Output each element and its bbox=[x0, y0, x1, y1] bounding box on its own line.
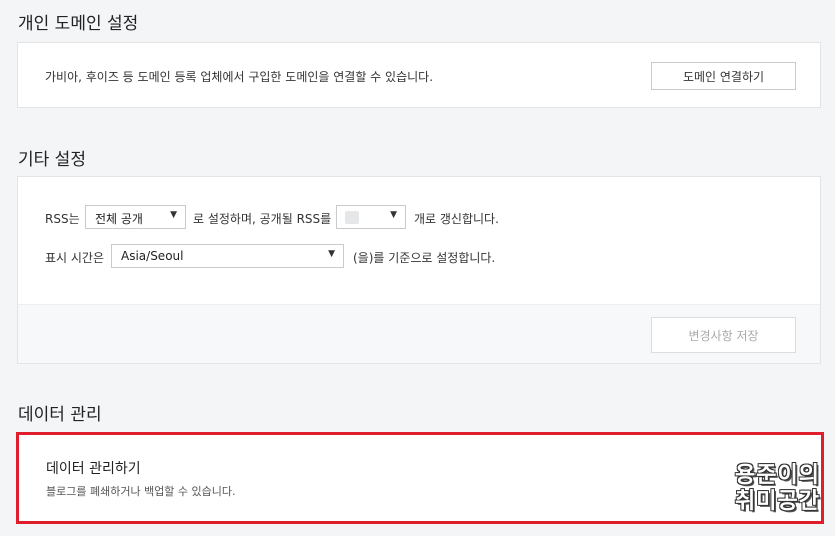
rss-suffix-label: 개로 갱신합니다. bbox=[414, 212, 499, 226]
chevron-down-icon: ▼ bbox=[170, 210, 177, 220]
rss-count-select[interactable]: ▼ bbox=[336, 205, 406, 229]
domain-panel: 가비아, 후이즈 등 도메인 등록 업체에서 구입한 도메인을 연결할 수 있습… bbox=[17, 42, 821, 108]
connect-domain-button[interactable]: 도메인 연결하기 bbox=[651, 62, 796, 90]
other-section-title: 기타 설정 bbox=[18, 150, 86, 170]
rss-visibility-value: 전체 공개 bbox=[95, 212, 143, 226]
highlight-box bbox=[16, 432, 824, 524]
timezone-prefix-label: 표시 시간은 bbox=[45, 251, 105, 265]
data-section-title: 데이터 관리 bbox=[18, 405, 102, 425]
domain-section-title: 개인 도메인 설정 bbox=[18, 14, 139, 34]
timezone-select[interactable]: Asia/Seoul ▼ bbox=[111, 244, 344, 268]
chevron-down-icon: ▼ bbox=[328, 249, 335, 259]
timezone-suffix-label: (을)를 기준으로 설정합니다. bbox=[353, 251, 496, 265]
rss-prefix-label: RSS는 bbox=[45, 212, 80, 226]
watermark-line1: 용준이의 bbox=[735, 463, 820, 488]
timezone-value: Asia/Seoul bbox=[121, 249, 184, 263]
save-changes-button[interactable]: 변경사항 저장 bbox=[651, 317, 796, 353]
blurred-value bbox=[345, 211, 359, 224]
watermark-line2: 취미공간 bbox=[735, 489, 820, 514]
rss-middle-label: 로 설정하며, 공개될 RSS를 bbox=[193, 212, 332, 226]
panel-footer: 변경사항 저장 bbox=[18, 304, 820, 363]
chevron-down-icon: ▼ bbox=[390, 210, 397, 220]
other-settings-panel: RSS는 전체 공개 ▼ 로 설정하며, 공개될 RSS를 ▼ 개로 갱신합니다… bbox=[17, 176, 821, 364]
watermark: 용준이의 취미공간 bbox=[735, 463, 820, 515]
domain-description: 가비아, 후이즈 등 도메인 등록 업체에서 구입한 도메인을 연결할 수 있습… bbox=[45, 70, 434, 84]
rss-visibility-select[interactable]: 전체 공개 ▼ bbox=[85, 205, 186, 229]
